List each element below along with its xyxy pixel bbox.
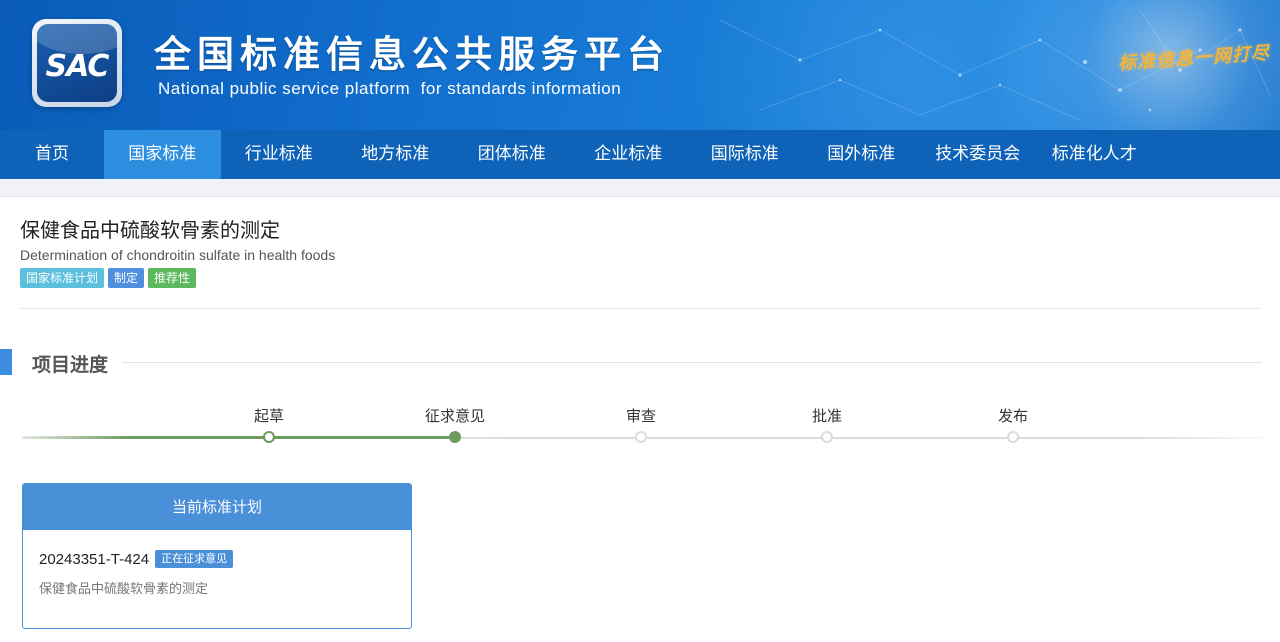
progress-step-review: 审查 xyxy=(591,406,691,443)
nav-item-standardization-talent[interactable]: 标准化人才 xyxy=(1036,130,1153,179)
section-accent-bar xyxy=(0,349,12,375)
nav-item-international-standards[interactable]: 国际标准 xyxy=(687,130,804,179)
plan-number[interactable]: 20243351-T-424 xyxy=(39,551,149,568)
main-nav: 首页 国家标准 行业标准 地方标准 团体标准 企业标准 国际标准 国外标准 技术… xyxy=(0,130,1280,179)
step-label: 批准 xyxy=(811,407,842,425)
nav-item-industry-standards[interactable]: 行业标准 xyxy=(221,130,338,179)
nav-spacer xyxy=(0,179,1280,197)
divider xyxy=(20,308,1260,309)
progress-step-drafting: 起草 xyxy=(219,406,319,443)
progress-step-consultation: 征求意见 xyxy=(405,406,505,443)
standard-title-cn: 保健食品中硫酸软骨素的测定 xyxy=(20,218,280,242)
current-plan-card[interactable]: 当前标准计划 20243351-T-424 正在征求意见 保健食品中硫酸软骨素的… xyxy=(22,483,412,629)
section-title-progress: 项目进度 xyxy=(32,354,109,376)
step-dot xyxy=(635,431,647,443)
site-subtitle: National public service platform for sta… xyxy=(158,79,622,98)
tag-nature: 推荐性 xyxy=(148,268,197,288)
progress-step-publication: 发布 xyxy=(963,406,1063,443)
step-dot xyxy=(263,431,275,443)
step-dot xyxy=(449,431,461,443)
progress-track-completed xyxy=(22,436,455,439)
header-banner: SAC 全国标准信息公共服务平台 National public service… xyxy=(0,0,1280,130)
standard-info: 保健食品中硫酸软骨素的测定 Determination of chondroit… xyxy=(20,216,1260,288)
nav-item-enterprise-standards[interactable]: 企业标准 xyxy=(570,130,687,179)
card-header: 当前标准计划 xyxy=(23,484,411,530)
progress-step-approval: 批准 xyxy=(777,406,877,443)
standard-title-en: Determination of chondroitin sulfate in … xyxy=(20,247,336,263)
site-title: 全国标准信息公共服务平台 xyxy=(154,33,670,76)
step-dot xyxy=(821,431,833,443)
tag-plan-type: 国家标准计划 xyxy=(20,268,105,288)
nav-item-local-standards[interactable]: 地方标准 xyxy=(337,130,454,179)
step-dot xyxy=(1007,431,1019,443)
nav-item-national-standards[interactable]: 国家标准 xyxy=(104,130,221,179)
logo-text: SAC xyxy=(45,49,110,84)
card-body: 20243351-T-424 正在征求意见 保健食品中硫酸软骨素的测定 xyxy=(23,530,411,617)
plan-name: 保健食品中硫酸软骨素的测定 xyxy=(39,582,209,597)
nav-item-home[interactable]: 首页 xyxy=(0,130,104,179)
step-label: 审查 xyxy=(625,407,656,425)
nav-item-foreign-standards[interactable]: 国外标准 xyxy=(803,130,920,179)
tag-plan-kind: 制定 xyxy=(108,268,145,288)
step-label: 发布 xyxy=(997,407,1028,425)
step-label: 起草 xyxy=(253,407,284,425)
step-label: 征求意见 xyxy=(424,407,485,425)
status-badge: 正在征求意见 xyxy=(155,550,234,568)
standard-tags: 国家标准计划 制定 推荐性 xyxy=(20,268,1260,288)
nav-item-group-standards[interactable]: 团体标准 xyxy=(454,130,571,179)
sac-logo[interactable]: SAC xyxy=(32,19,122,107)
nav-item-technical-committees[interactable]: 技术委员会 xyxy=(920,130,1037,179)
section-divider xyxy=(122,362,1262,363)
